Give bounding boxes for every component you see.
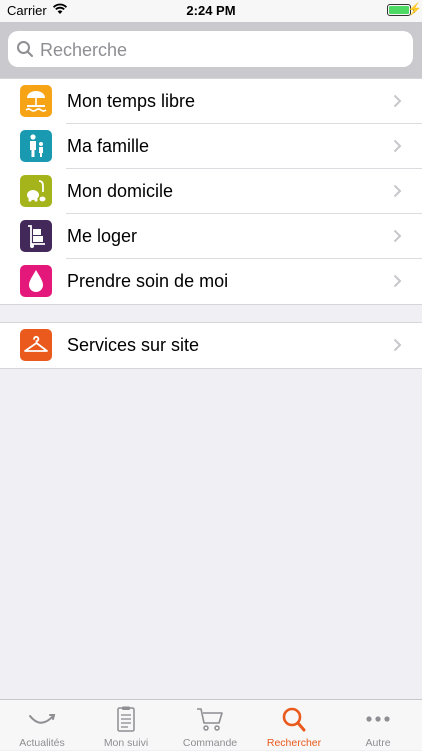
hanger-icon <box>20 329 52 361</box>
tab-rechercher[interactable]: Rechercher <box>252 700 336 751</box>
family-icon <box>20 130 52 162</box>
search-bar <box>0 22 422 78</box>
tab-label: Mon suivi <box>103 737 149 749</box>
tab-label: Commande <box>182 737 238 749</box>
more-icon <box>366 716 390 722</box>
list-item-ma-famille[interactable]: Ma famille <box>0 124 422 169</box>
moving-cart-icon <box>20 220 52 252</box>
tab-autre[interactable]: Autre <box>336 700 420 751</box>
search-icon <box>17 41 33 57</box>
list-item-me-loger[interactable]: Me loger <box>0 214 422 259</box>
chevron-right-icon <box>393 184 402 198</box>
chevron-right-icon <box>393 229 402 243</box>
list-item-label: Ma famille <box>67 136 150 156</box>
list-item-label: Me loger <box>67 226 138 246</box>
list-item-label: Mon temps libre <box>67 91 196 111</box>
news-swoosh-icon <box>29 714 56 724</box>
chevron-right-icon <box>393 94 402 108</box>
clipboard-icon <box>117 706 135 732</box>
drop-icon <box>20 265 52 297</box>
chevron-right-icon <box>393 139 402 153</box>
list-item-services-sur-site[interactable]: Services sur site <box>0 323 422 368</box>
tab-label: Autre <box>365 737 391 749</box>
search-input[interactable] <box>38 31 402 69</box>
tab-actualites[interactable]: Actualités <box>0 700 84 751</box>
chevron-right-icon <box>393 338 402 352</box>
tab-label: Rechercher <box>266 737 322 749</box>
list-item-mon-temps-libre[interactable]: Mon temps libre <box>0 79 422 124</box>
vacuum-cleaner-icon <box>20 175 52 207</box>
charging-bolt-icon: ⚡ <box>407 2 422 16</box>
cart-icon <box>197 708 223 731</box>
list-item-label: Services sur site <box>67 335 200 355</box>
search-icon <box>282 707 306 732</box>
search-field[interactable] <box>8 31 413 69</box>
tab-bar: Actualités Mon suivi Commande Rechercher <box>0 699 422 750</box>
list-item-label: Prendre soin de moi <box>67 271 229 291</box>
services-list: Services sur site <box>0 322 422 369</box>
tab-label: Actualités <box>19 737 65 749</box>
list-item-prendre-soin-de-moi[interactable]: Prendre soin de moi <box>0 259 422 304</box>
tab-commande[interactable]: Commande <box>168 700 252 751</box>
category-list: Mon temps libre Ma famille Mon domicile … <box>0 78 422 305</box>
chevron-right-icon <box>393 274 402 288</box>
clock: 2:24 PM <box>186 3 236 18</box>
beach-umbrella-icon <box>20 85 52 117</box>
list-item-mon-domicile[interactable]: Mon domicile <box>0 169 422 214</box>
list-item-label: Mon domicile <box>67 181 174 201</box>
status-bar: Carrier 2:24 PM ⚡ <box>0 0 422 22</box>
tab-mon-suivi[interactable]: Mon suivi <box>84 700 168 751</box>
